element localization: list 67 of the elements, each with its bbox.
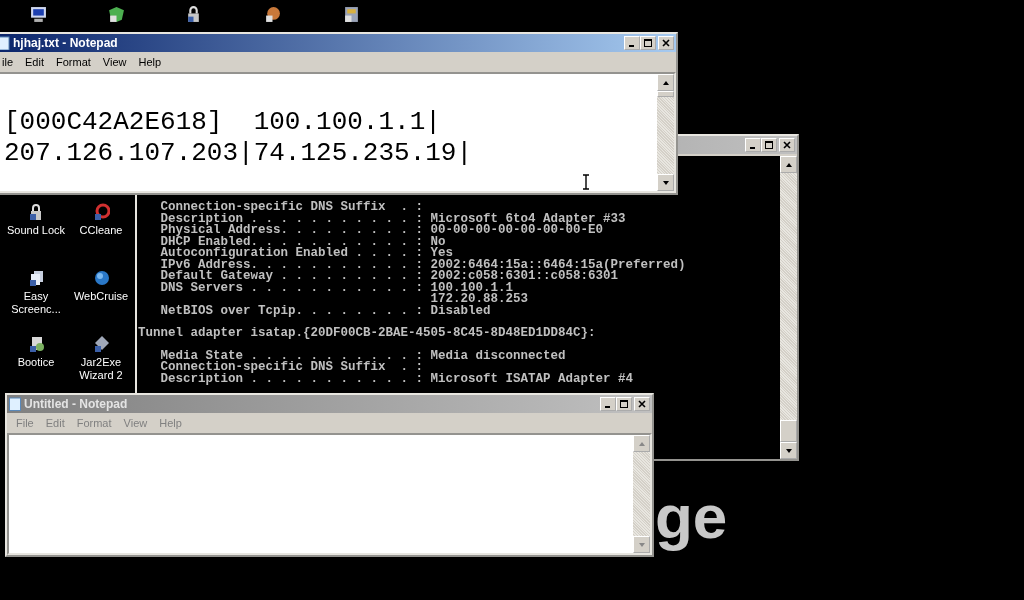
- menu-item[interactable]: Format: [51, 55, 98, 68]
- maximize-button[interactable]: [761, 138, 777, 152]
- console-line: Media State . . . . . . . . . . . : Media disconnected: [159, 350, 567, 362]
- console-line: Connection-specific DNS Suffix . :: [159, 362, 425, 374]
- text-line: 207.126.107.203|74.125.235.19|: [4, 138, 474, 169]
- computer-icon[interactable]: [30, 6, 47, 23]
- scroll-up-button[interactable]: [780, 156, 797, 173]
- document-icon[interactable]: [27, 335, 45, 353]
- close-icon: [638, 400, 646, 408]
- scrollbar-thumb[interactable]: [780, 420, 797, 442]
- ring-icon[interactable]: [92, 203, 110, 221]
- scrollbar-track[interactable]: [657, 74, 674, 191]
- icon-label[interactable]: CCleane: [79, 224, 123, 237]
- close-button[interactable]: [634, 397, 650, 411]
- menu-item[interactable]: Help: [133, 55, 169, 68]
- icon-label[interactable]: Easy Screenc...: [3, 290, 69, 316]
- console-line: 172.20.88.253: [429, 294, 530, 306]
- console-line: Physical Address. . . . . . . . . : 00-00-00-00-00-00-00-E0: [159, 225, 605, 237]
- down-arrow-icon: [661, 178, 670, 187]
- maximize-button[interactable]: [616, 397, 632, 411]
- scrollbar-thumb[interactable]: [657, 91, 674, 97]
- minimize-button[interactable]: [624, 36, 640, 50]
- scroll-down-button[interactable]: [657, 174, 674, 191]
- menu-item[interactable]: View: [97, 55, 134, 68]
- scroll-up-button[interactable]: [657, 74, 674, 91]
- console-line: IPv6 Address. . . . . . . . . . . : 2002:6464:15a::6464:15a(Preferred): [159, 259, 687, 271]
- scrollbar-track[interactable]: [780, 156, 797, 459]
- console-line: DNS Servers . . . . . . . . . . . : 100.100.1.1: [159, 282, 514, 294]
- close-icon: [662, 39, 670, 47]
- close-button[interactable]: [779, 138, 795, 152]
- menu-item[interactable]: ile: [2, 55, 20, 68]
- documents-icon[interactable]: [27, 269, 45, 287]
- icon-label[interactable]: Sound Lock: [6, 224, 66, 237]
- down-arrow-icon: [784, 446, 793, 455]
- globe-icon[interactable]: [92, 269, 110, 287]
- console-line: NetBIOS over Tcpip. . . . . . . . : Disabled: [159, 305, 492, 317]
- text-cursor-icon: [582, 174, 590, 190]
- console-line: Description . . . . . . . . . . . : Microsoft 6to4 Adapter #33: [159, 213, 627, 225]
- window-title: hjhaj.txt - Notepad: [13, 36, 118, 50]
- globe-icon[interactable]: [264, 6, 281, 23]
- menu-item[interactable]: Edit: [20, 55, 51, 68]
- diamond-icon[interactable]: [92, 335, 110, 353]
- console-line: DHCP Enabled. . . . . . . . . . . : No: [159, 236, 446, 248]
- minimize-button[interactable]: [745, 138, 761, 152]
- notepad-icon: [0, 36, 10, 50]
- down-arrow-icon: [637, 540, 646, 549]
- close-icon: [783, 141, 791, 149]
- console-line: Autoconfiguration Enabled . . . . : Yes: [159, 248, 454, 260]
- window-title: Untitled - Notepad: [24, 397, 128, 411]
- console-line: Connection-specific DNS Suffix . :: [159, 202, 425, 214]
- shield-icon[interactable]: [108, 6, 125, 23]
- maximize-icon: [765, 141, 773, 149]
- maximize-icon: [620, 400, 628, 408]
- console-line: Tunnel adapter isatap.{20DF00CB-2BAE-4505-8C45-8D48ED1DD84C}:: [138, 328, 597, 340]
- console-line: Default Gateway . . . . . . . . . : 2002:c058:6301::c058:6301: [159, 271, 619, 283]
- icon-label[interactable]: Jar2Exe Wizard 2: [68, 356, 134, 382]
- maximize-button[interactable]: [640, 36, 656, 50]
- scroll-down-button[interactable]: [780, 442, 797, 459]
- padlock-icon[interactable]: [185, 6, 202, 23]
- notepad-icon: [9, 397, 21, 411]
- console-line: Description . . . . . . . . . . . : Microsoft ISATAP Adapter #4: [159, 373, 635, 385]
- minimize-button[interactable]: [600, 397, 616, 411]
- icon-label[interactable]: WebCruise: [73, 290, 129, 303]
- close-button[interactable]: [658, 36, 674, 50]
- maximize-icon: [644, 39, 652, 47]
- text-line: [000C42A2E618] 100.100.1.1|: [4, 107, 442, 138]
- icon-label[interactable]: Bootice: [17, 356, 55, 369]
